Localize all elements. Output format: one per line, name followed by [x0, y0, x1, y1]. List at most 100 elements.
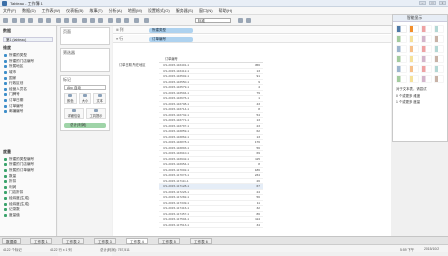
tooltip-button[interactable]: 工具提示 — [86, 108, 106, 119]
share-icon[interactable] — [246, 18, 251, 23]
fit-dropdown[interactable]: 标准 — [195, 18, 231, 23]
chart-type-thumbnail[interactable] — [396, 25, 407, 33]
status-time: 5:59 下午 — [400, 248, 415, 252]
order-id-cell: US-2015-117226-1 — [163, 189, 190, 194]
measure-icon — [4, 185, 7, 189]
chart-type-thumbnail[interactable] — [396, 75, 407, 83]
close-button[interactable]: × — [439, 1, 446, 5]
chart-type-thumbnail[interactable] — [433, 55, 444, 63]
measures-title: 度量 — [3, 148, 11, 154]
measure-icon — [4, 169, 7, 173]
chart-type-thumbnail[interactable] — [408, 25, 419, 33]
chart-type-thumbnail[interactable] — [396, 55, 407, 63]
status-rows: 4122 行 x 1 列 — [50, 248, 72, 252]
fix-axes-icon[interactable] — [134, 18, 139, 23]
menu-map[interactable]: 地图(M) — [128, 8, 142, 14]
pages-card[interactable]: 页面 — [60, 27, 110, 45]
data-connection[interactable]: 第1 (tableau) — [3, 37, 53, 42]
columns-pill[interactable]: 所建类型 — [149, 27, 193, 33]
data-panel: 数据 第1 (tableau) 维度 所建的类型 所建的门店编号 所属地区 城市… — [0, 26, 57, 236]
menu-window[interactable]: 窗口(N) — [199, 8, 213, 14]
text-button[interactable]: 文本 — [93, 93, 107, 104]
menu-file[interactable]: 文件(F) — [3, 8, 16, 14]
pause-icon[interactable] — [46, 18, 51, 23]
measure-pill[interactable]: 总计(利润) — [64, 123, 106, 128]
chart-type-thumbnail[interactable] — [421, 65, 432, 73]
color-button[interactable]: 颜色 — [64, 93, 77, 104]
menu-server[interactable]: 服务器(S) — [176, 8, 193, 14]
show-me-title[interactable]: 智能显示 — [393, 15, 447, 22]
redo-icon[interactable] — [20, 18, 25, 23]
chart-type-thumbnail[interactable] — [408, 35, 419, 43]
chart-type-thumbnail[interactable] — [421, 35, 432, 43]
sort-desc-icon[interactable] — [98, 18, 103, 23]
chart-type-thumbnail[interactable] — [421, 75, 432, 83]
chart-type-thumbnail[interactable] — [408, 55, 419, 63]
order-id-cell: US-2015-116714-1 — [163, 107, 190, 111]
swap-icon[interactable] — [82, 18, 87, 23]
order-id-cell: US-2015-116862-1 — [163, 134, 190, 139]
menu-story[interactable]: 故事(T) — [89, 8, 102, 14]
label-icon[interactable] — [124, 18, 129, 23]
view-icon[interactable] — [144, 18, 149, 23]
status-marks: 4122 个标记 — [3, 248, 22, 252]
value-cell: 8 — [258, 107, 260, 111]
detail-button[interactable]: 详细信息 — [64, 108, 84, 119]
size-button[interactable]: 大小 — [78, 93, 92, 104]
chart-type-thumbnail[interactable] — [433, 65, 444, 73]
chart-type-thumbnail[interactable] — [433, 25, 444, 33]
globe-icon — [4, 202, 7, 206]
chart-type-thumbnail[interactable] — [396, 45, 407, 53]
measure-item[interactable]: 度量值 — [0, 212, 56, 218]
logo-icon[interactable] — [3, 18, 8, 23]
menu-analysis[interactable]: 分析(A) — [109, 8, 122, 14]
chart-type-thumbnail[interactable] — [408, 65, 419, 73]
measure-icon — [4, 180, 7, 184]
maximize-button[interactable]: □ — [429, 1, 436, 5]
menu-data[interactable]: 数据(D) — [22, 8, 36, 14]
title-bar: Tableau - 工作簿 1 – □ × — [0, 0, 448, 7]
minimize-button[interactable]: – — [419, 1, 426, 5]
sort-asc-icon[interactable] — [90, 18, 95, 23]
order-id-cell: US-2015-117457-1 — [163, 211, 190, 216]
sheet-tabs-bar: 数据源 工作表 1 工作表 2 工作表 3 工作表 4 工作表 5 工作表 6 — [0, 236, 448, 244]
duplicate-icon[interactable] — [64, 18, 69, 23]
chart-type-thumbnail[interactable] — [433, 35, 444, 43]
rows-pill[interactable]: 订单编号 — [149, 36, 193, 42]
chart-type-thumbnail[interactable] — [408, 45, 419, 53]
new-sheet-icon[interactable] — [56, 18, 61, 23]
chart-type-thumbnail[interactable] — [433, 75, 444, 83]
menu-format[interactable]: 设置格式(O) — [148, 8, 170, 14]
rows-shelf[interactable]: ≡ 行 订单编号 — [113, 35, 391, 43]
table-row[interactable]: US-2015-117513-1 34 — [159, 223, 263, 228]
highlight-icon[interactable] — [108, 18, 113, 23]
mark-type-dropdown[interactable]: Abc 自动 — [64, 85, 106, 90]
group-icon[interactable] — [116, 18, 121, 23]
value-cell: 1 — [258, 96, 260, 100]
dimension-icon — [4, 65, 7, 69]
chart-type-thumbnail[interactable] — [396, 65, 407, 73]
order-id-cell: US-2015-116676-1 — [163, 96, 190, 100]
pages-title: 页面 — [63, 29, 71, 34]
chart-type-thumbnail[interactable] — [421, 45, 432, 53]
presentation-icon[interactable] — [238, 18, 243, 23]
chart-type-thumbnail[interactable] — [408, 75, 419, 83]
chart-type-thumbnail[interactable] — [433, 45, 444, 53]
filters-card[interactable]: 筛选器 — [60, 48, 110, 72]
menu-worksheet[interactable]: 工作表(W) — [42, 8, 60, 14]
new-datasource-icon[interactable] — [38, 18, 43, 23]
menu-dashboard[interactable]: 仪表板(B) — [66, 8, 83, 14]
marks-card: 标记 Abc 自动 颜色 大小 文本 详细信息 工具提示 总计(利润) — [60, 75, 110, 131]
order-id-cell: US-2015-116859-1 — [163, 129, 190, 133]
chart-type-thumbnail[interactable] — [421, 25, 432, 33]
chart-type-thumbnail[interactable] — [396, 35, 407, 43]
undo-icon[interactable] — [12, 18, 17, 23]
columns-shelf[interactable]: iii 列 所建类型 — [113, 26, 391, 34]
save-icon[interactable] — [28, 18, 33, 23]
chart-type-thumbnail[interactable] — [421, 55, 432, 63]
clear-icon[interactable] — [72, 18, 77, 23]
order-id-cell: US-2015-116708-1 — [163, 101, 190, 106]
dimensions-title: 维度 — [3, 45, 11, 50]
menu-help[interactable]: 帮助(H) — [219, 8, 233, 14]
